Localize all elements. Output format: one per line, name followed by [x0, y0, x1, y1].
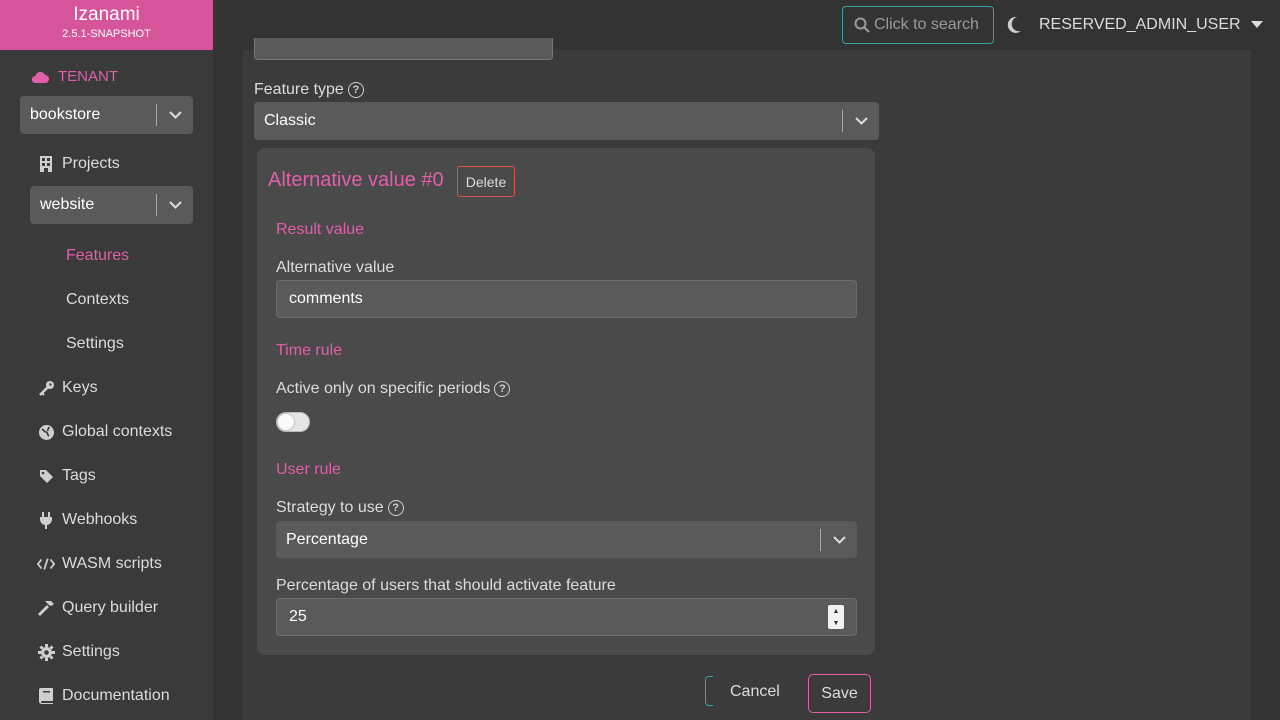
- search-button[interactable]: Click to search: [842, 6, 994, 44]
- app-name: Izanami: [73, 4, 140, 25]
- delete-button[interactable]: Delete: [457, 166, 515, 197]
- sidebar-item-keys[interactable]: Keys: [37, 379, 98, 397]
- chevron-down-icon[interactable]: [843, 117, 879, 125]
- app-version: 2.5.1-SNAPSHOT: [62, 28, 151, 40]
- sidebar-item-projects[interactable]: Projects: [37, 155, 120, 173]
- alternative-value-label: Alternative value: [276, 259, 394, 277]
- sidebar-item-label: Query builder: [62, 599, 159, 616]
- cloud-icon: [31, 71, 49, 83]
- sidebar-item-webhooks[interactable]: Webhooks: [37, 511, 137, 529]
- tenant-select-value: bookstore: [30, 106, 101, 123]
- chevron-down-icon[interactable]: [821, 535, 857, 544]
- caret-down-icon: [1250, 21, 1263, 28]
- sidebar-item-global-contexts[interactable]: Global contexts: [37, 423, 172, 441]
- feature-type-value: Classic: [264, 112, 316, 129]
- key-icon: [37, 380, 55, 397]
- moon-icon[interactable]: [1006, 16, 1022, 39]
- time-rule-section-title: Time rule: [276, 342, 343, 359]
- help-icon[interactable]: ?: [494, 381, 511, 397]
- sidebar-item-tags[interactable]: Tags: [37, 467, 96, 485]
- focus-outline: [705, 676, 713, 706]
- building-icon: [37, 156, 55, 172]
- help-icon[interactable]: ?: [387, 500, 404, 516]
- sidebar-item-label: Projects: [62, 155, 120, 172]
- brand-header[interactable]: Izanami 2.5.1-SNAPSHOT: [0, 0, 213, 50]
- search-icon: [854, 17, 870, 33]
- percentage-label-text: Percentage of users that should activate…: [276, 577, 616, 594]
- feature-type-select[interactable]: Classic: [254, 102, 879, 140]
- user-menu[interactable]: RESERVED_ADMIN_USER: [1039, 16, 1263, 34]
- description-textarea[interactable]: [254, 38, 553, 60]
- sidebar-item-wasm-scripts[interactable]: WASM scripts: [37, 555, 162, 573]
- sidebar-item-contexts[interactable]: Contexts: [66, 291, 129, 309]
- sidebar-item-label: Documentation: [62, 687, 170, 704]
- project-select-value: website: [40, 196, 95, 213]
- hammer-icon: [37, 600, 55, 617]
- strategy-label: Strategy to use ?: [276, 499, 404, 517]
- username: RESERVED_ADMIN_USER: [1039, 16, 1241, 33]
- toggle-knob: [278, 414, 294, 430]
- code-icon: [37, 557, 55, 571]
- sidebar-item-features[interactable]: Features: [66, 247, 129, 265]
- sidebar-item-label: Webhooks: [62, 511, 138, 528]
- alternative-value-input[interactable]: comments: [276, 280, 857, 318]
- search-button-label: Click to search: [874, 16, 979, 33]
- chevron-down-icon[interactable]: [157, 111, 193, 119]
- gear-icon: [37, 643, 55, 661]
- spinner-up-icon[interactable]: ▲: [833, 608, 840, 615]
- spinner-down-icon[interactable]: ▼: [833, 620, 840, 627]
- strategy-select[interactable]: Percentage: [276, 521, 857, 558]
- periods-label: Active only on specific periods ?: [276, 380, 511, 398]
- sidebar-item-label: WASM scripts: [62, 555, 162, 572]
- cancel-button[interactable]: Cancel: [730, 683, 780, 701]
- periods-toggle[interactable]: [276, 412, 310, 432]
- tenant-label: TENANT: [30, 68, 118, 85]
- book-icon: [37, 688, 55, 704]
- percentage-input[interactable]: 25: [276, 598, 857, 636]
- strategy-select-value: Percentage: [286, 530, 368, 548]
- sidebar-item-label: Settings: [62, 643, 120, 660]
- sidebar-item-project-settings[interactable]: Settings: [66, 335, 124, 353]
- help-icon[interactable]: ?: [347, 82, 364, 98]
- alternative-value-title: Alternative value #0: [268, 169, 444, 191]
- globe-icon: [37, 424, 55, 441]
- save-button[interactable]: Save: [808, 674, 871, 713]
- result-value-section-title: Result value: [276, 221, 365, 238]
- periods-label-text: Active only on specific periods: [276, 380, 491, 397]
- sidebar-item-query-builder[interactable]: Query builder: [37, 599, 158, 617]
- plug-icon: [37, 511, 55, 529]
- project-select[interactable]: website: [30, 186, 193, 224]
- strategy-label-text: Strategy to use: [276, 499, 384, 516]
- tenant-select[interactable]: bookstore: [20, 96, 193, 134]
- tenant-label-text: TENANT: [58, 68, 118, 85]
- number-spinner[interactable]: ▲ ▼: [828, 605, 844, 629]
- tag-icon: [37, 469, 55, 484]
- user-rule-section-title: User rule: [276, 461, 341, 478]
- alternative-value-label-text: Alternative value: [276, 259, 395, 276]
- sidebar-item-label: Global contexts: [62, 423, 173, 440]
- feature-type-label-text: Feature type: [254, 81, 344, 98]
- alternative-value-text: comments: [289, 290, 363, 307]
- sidebar: Izanami 2.5.1-SNAPSHOT TENANT bookstore …: [0, 0, 213, 720]
- sidebar-item-label: Tags: [62, 467, 96, 484]
- sidebar-item-documentation[interactable]: Documentation: [37, 687, 170, 705]
- chevron-down-icon[interactable]: [157, 201, 193, 209]
- sidebar-item-settings[interactable]: Settings: [37, 643, 120, 661]
- percentage-value: 25: [289, 608, 307, 625]
- feature-type-label: Feature type ?: [254, 81, 364, 99]
- sidebar-item-label: Keys: [62, 379, 98, 396]
- percentage-label: Percentage of users that should activate…: [276, 577, 616, 595]
